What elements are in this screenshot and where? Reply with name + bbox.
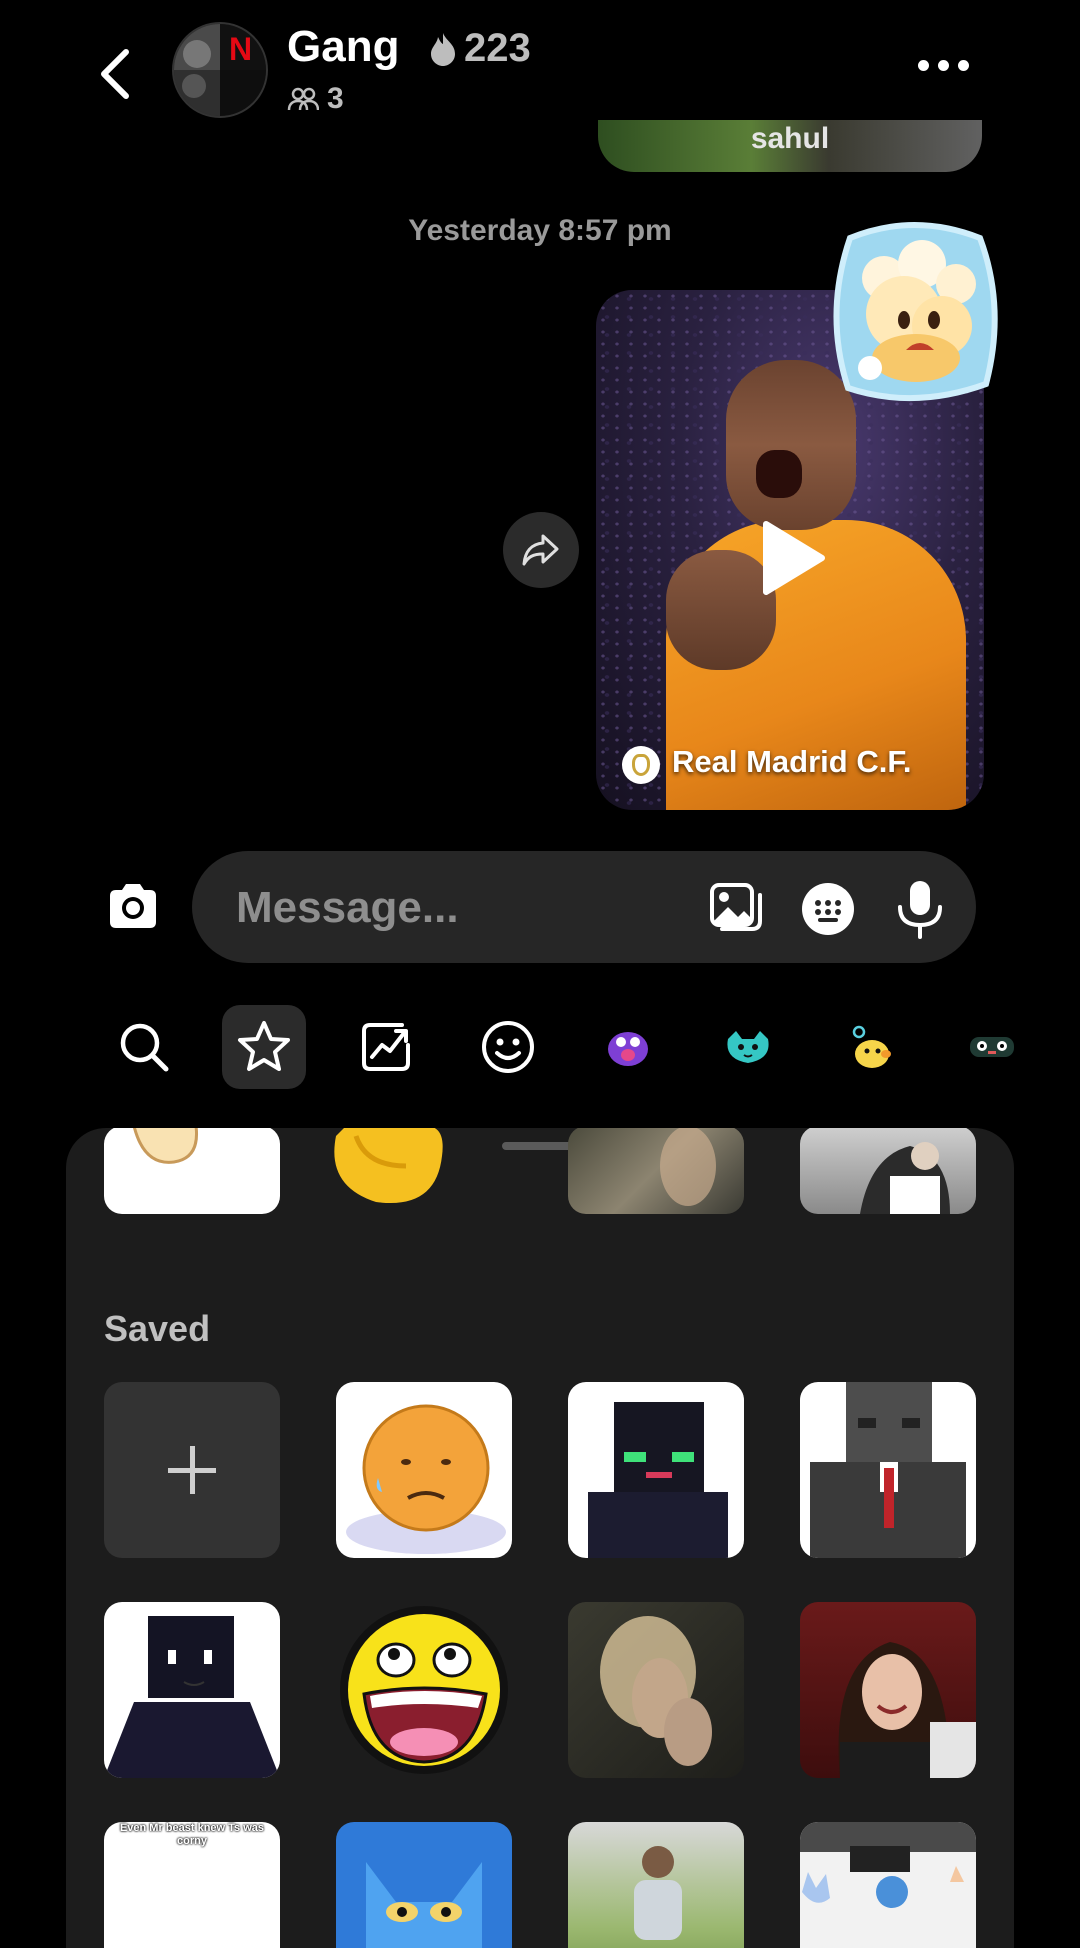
sticker-panel: Saved Even Mr beast knew Ts was corny	[66, 1128, 1014, 1948]
streak-count: 223	[464, 26, 531, 70]
tab-trending[interactable]	[344, 1005, 428, 1089]
video-channel-name: Real Madrid C.F.	[672, 744, 912, 779]
tab-saved[interactable]	[222, 1005, 306, 1089]
tab-sticker-pack-yellow[interactable]	[830, 1005, 914, 1089]
sticker-cell[interactable]	[568, 1382, 744, 1558]
sticker-cell[interactable]	[568, 1602, 744, 1778]
flame-icon	[431, 32, 455, 66]
trending-icon	[362, 1023, 410, 1071]
message-input[interactable]	[234, 879, 658, 937]
member-count[interactable]: 3	[287, 82, 344, 116]
tab-sticker-pack-purple[interactable]	[586, 1005, 670, 1089]
star-icon	[238, 1021, 290, 1071]
people-icon	[287, 87, 319, 111]
minecraft-suit-sticker	[810, 1382, 966, 1558]
popcorn-sticker[interactable]	[830, 218, 998, 404]
emoji-icon	[482, 1021, 534, 1073]
camera-button[interactable]	[104, 878, 162, 936]
sticker-cell[interactable]	[568, 1822, 744, 1948]
meme-caption: Even Mr beast knew Ts was corny	[119, 1822, 265, 1847]
sticker-keyboard-icon[interactable]	[800, 881, 856, 937]
sticker-cell[interactable]	[800, 1128, 976, 1214]
microphone-icon[interactable]	[892, 879, 948, 939]
sticker-cell[interactable]	[104, 1602, 280, 1778]
purple-monster-icon	[608, 1032, 648, 1066]
tab-sticker-pack-dark[interactable]	[950, 1005, 1034, 1089]
back-icon[interactable]	[92, 44, 142, 104]
yellow-creature-icon	[852, 1025, 891, 1068]
avatar-collage-image: N	[174, 24, 266, 116]
tab-sticker-pack-teal[interactable]	[706, 1005, 790, 1089]
saved-section-label: Saved	[104, 1308, 211, 1349]
sticker-cell[interactable]	[800, 1822, 976, 1948]
group-title[interactable]: Gang	[287, 22, 399, 72]
enderman-sticker	[588, 1402, 728, 1558]
sticker-cell[interactable]	[336, 1382, 512, 1558]
dark-face-icon	[970, 1037, 1014, 1057]
streak-counter: 223	[428, 26, 531, 71]
waving-hand-emoji-sticker	[334, 1128, 443, 1203]
sticker-cell[interactable]	[800, 1382, 976, 1558]
sticker-cell[interactable]	[336, 1602, 512, 1778]
play-icon[interactable]	[758, 518, 828, 598]
sticker-cell[interactable]: Even Mr beast knew Ts was corny	[104, 1822, 280, 1948]
svg-text:N: N	[229, 31, 252, 67]
sticker-cell[interactable]	[800, 1602, 976, 1778]
previous-media-caption: sahul	[750, 122, 830, 155]
ellipsis-icon	[918, 60, 929, 71]
group-avatar[interactable]: N	[172, 22, 268, 118]
sticker-cell[interactable]	[104, 1128, 280, 1214]
channel-logo	[622, 746, 660, 784]
cartoon-cats-gif	[800, 1822, 976, 1908]
cartoon-hand-sticker	[133, 1128, 199, 1164]
more-options-button[interactable]	[918, 60, 974, 76]
man-sitting-gif	[634, 1846, 682, 1940]
plus-icon	[168, 1446, 216, 1494]
person-gif	[860, 1142, 950, 1214]
gallery-icon[interactable]	[708, 881, 764, 937]
blue-cat-sticker	[366, 1862, 482, 1948]
tab-emoji[interactable]	[466, 1005, 550, 1089]
message-composer	[192, 851, 976, 963]
add-sticker-button[interactable]	[104, 1382, 280, 1558]
sad-orange-face-sticker	[346, 1404, 506, 1554]
member-count-value: 3	[327, 82, 344, 115]
tab-search[interactable]	[102, 1005, 186, 1089]
epic-face-sticker	[340, 1606, 508, 1774]
praying-woman-gif	[600, 1616, 712, 1766]
share-arrow-icon	[522, 534, 559, 566]
search-icon	[120, 1023, 169, 1072]
teal-cat-icon	[727, 1031, 769, 1063]
previous-media-message[interactable]: sahul	[598, 120, 982, 172]
dark-minecraft-character-sticker	[104, 1616, 280, 1778]
share-button[interactable]	[503, 512, 579, 588]
smiling-woman-gif	[838, 1642, 976, 1778]
sticker-cell[interactable]	[336, 1822, 512, 1948]
sticker-cell[interactable]	[568, 1128, 744, 1214]
sticker-cell[interactable]	[296, 1128, 472, 1214]
praying-hands-gif	[660, 1128, 716, 1206]
